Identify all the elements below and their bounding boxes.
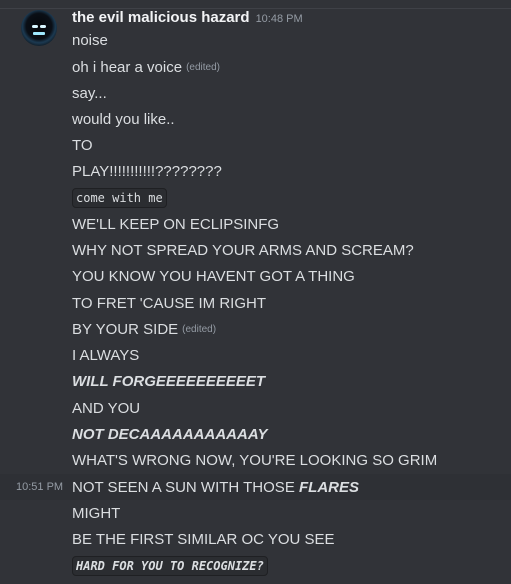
inline-code: come with me	[72, 188, 167, 208]
message-line[interactable]: come with me	[0, 185, 511, 211]
message-text: I ALWAYS	[72, 346, 140, 364]
message-text: would you like..	[72, 110, 175, 128]
message-text: TO FRET 'CAUSE IM RIGHT	[72, 294, 266, 312]
message-line[interactable]: NOT DECAAAAAAAAAAAY	[0, 421, 511, 447]
edited-label[interactable]: (edited)	[182, 324, 216, 335]
message-text: noise	[72, 31, 108, 49]
message-gutter-timestamp[interactable]: 10:51 PM	[16, 481, 63, 493]
bold-italic-text: FLARES	[299, 478, 359, 496]
message-text: MIGHT	[72, 504, 121, 522]
message-line[interactable]: HARD FOR YOU TO RECOGNIZE?	[0, 553, 511, 579]
message-line[interactable]: BE THE FIRST SIMILAR OC YOU SEE	[0, 526, 511, 552]
message-line[interactable]: MIGHT	[0, 500, 511, 526]
message-text: AND YOU	[72, 399, 141, 417]
message-line[interactable]: YOU KNOW YOU HAVENT GOT A THING	[0, 263, 511, 289]
message-text: WHAT'S WRONG NOW, YOU'RE LOOKING SO GRIM	[72, 451, 438, 469]
message-line[interactable]: noise	[0, 27, 511, 53]
message-text: WHY NOT SPREAD YOUR ARMS AND SCREAM?	[72, 241, 414, 259]
message-line[interactable]: WHY NOT SPREAD YOUR ARMS AND SCREAM?	[0, 237, 511, 263]
username[interactable]: the evil malicious hazard	[72, 9, 250, 26]
inline-code-bold-italic: HARD FOR YOU TO RECOGNIZE?	[72, 556, 268, 576]
message-text: oh i hear a voice	[72, 58, 183, 76]
message-text: say...	[72, 84, 107, 102]
message-line[interactable]: WE'LL KEEP ON ECLIPSINFG	[0, 211, 511, 237]
message-line[interactable]: I ALWAYS	[0, 342, 511, 368]
message-text: PLAY!!!!!!!!!!!????????	[72, 162, 222, 180]
message-text: TO	[72, 136, 93, 154]
bold-italic-text: WILL FORGEEEEEEEEEET	[72, 372, 266, 390]
message-line[interactable]: WHAT'S WRONG NOW, YOU'RE LOOKING SO GRIM	[0, 447, 511, 473]
message-line[interactable]: BY YOUR SIDE (edited)	[0, 316, 511, 342]
message-line[interactable]: TO	[0, 132, 511, 158]
message-line-hovered[interactable]: 10:51 PM NOT SEEN A SUN WITH THOSE FLARE…	[0, 474, 511, 500]
message-line[interactable]: PLAY!!!!!!!!!!!????????	[0, 158, 511, 184]
message-text: NOT SEEN A SUN WITH THOSE	[72, 478, 299, 496]
message-text: BY YOUR SIDE	[72, 320, 179, 338]
message-line[interactable]: TO FRET 'CAUSE IM RIGHT	[0, 290, 511, 316]
message-line[interactable]: would you like..	[0, 106, 511, 132]
edited-label[interactable]: (edited)	[186, 62, 220, 73]
message-timestamp[interactable]: 10:48 PM	[256, 13, 303, 25]
bold-italic-text: NOT DECAAAAAAAAAAAY	[72, 425, 268, 443]
message-text: BE THE FIRST SIMILAR OC YOU SEE	[72, 530, 335, 548]
message-line[interactable]: AND YOU	[0, 395, 511, 421]
message-text: YOU KNOW YOU HAVENT GOT A THING	[72, 267, 355, 285]
message-line[interactable]: oh i hear a voice (edited)	[0, 54, 511, 80]
message-line[interactable]: WILL FORGEEEEEEEEEET	[0, 368, 511, 394]
message-header: the evil malicious hazard 10:48 PM	[72, 9, 303, 26]
message-text: WE'LL KEEP ON ECLIPSINFG	[72, 215, 280, 233]
message-line[interactable]: say...	[0, 80, 511, 106]
